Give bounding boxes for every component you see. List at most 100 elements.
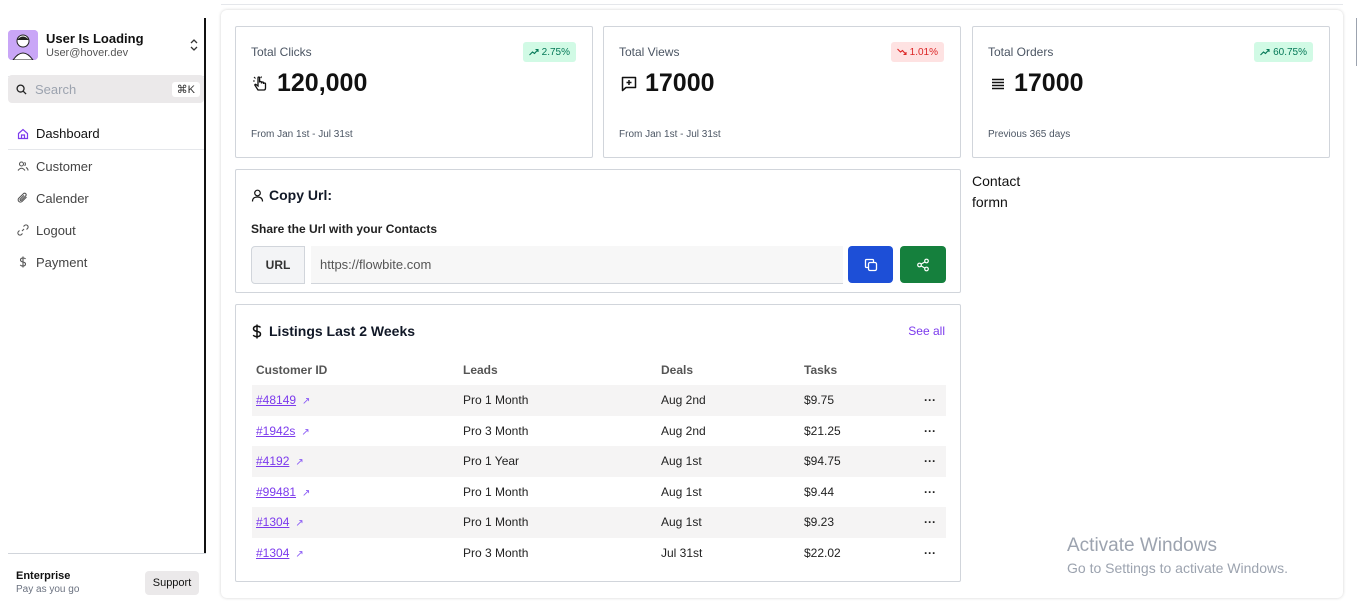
table-row: #4192 ↗ Pro 1 Year Aug 1st $94.75 ··· [252, 446, 946, 477]
sidebar-item-label: Calender [36, 190, 89, 206]
arrow-up-right-icon: ↗ [295, 457, 304, 469]
column-header: Tasks [804, 363, 838, 377]
support-button[interactable]: Support [145, 571, 199, 595]
stat-label: Total Orders [988, 45, 1054, 59]
search-icon [16, 83, 27, 95]
trend-badge: 1.01% [890, 42, 944, 62]
avatar [8, 30, 38, 60]
plan-name: Enterprise [16, 570, 71, 582]
deals-cell: Aug 1st [661, 484, 702, 499]
table-row: #99481 ↗ Pro 1 Month Aug 1st $9.44 ··· [252, 477, 946, 508]
paperclip-icon [16, 191, 30, 205]
watermark-subtitle: Go to Settings to activate Windows. [1067, 560, 1288, 576]
stat-label: Total Clicks [251, 45, 312, 59]
watermark-title: Activate Windows [1067, 535, 1217, 556]
column-header: Deals [661, 363, 694, 377]
tasks-cell: $22.02 [804, 545, 841, 560]
trend-value: 1.01% [909, 46, 938, 58]
trend-value: 2.75% [541, 46, 570, 58]
table-row: #48149 ↗ Pro 1 Month Aug 2nd $9.75 ··· [252, 385, 946, 416]
customer-id-link[interactable]: #1942s [256, 424, 295, 438]
sidebar-item-label: Dashboard [36, 126, 100, 141]
listings-table: Customer ID Leads Deals Tasks #48149 ↗ Pr… [252, 355, 946, 568]
tasks-cell: $9.44 [804, 484, 835, 499]
leads-cell: Pro 3 Month [463, 423, 529, 438]
copy-button[interactable] [848, 246, 893, 283]
dollar-icon [251, 324, 263, 339]
customer-id-link[interactable]: #99481 [256, 485, 296, 499]
copy-url-subtitle: Share the Url with your Contacts [251, 222, 438, 236]
leads-cell: Pro 1 Year [459, 446, 657, 477]
customer-id-link[interactable]: #4192 [256, 454, 289, 468]
user-email: User@hover.dev [46, 46, 129, 59]
sidebar-item-dashboard[interactable]: Dashboard [8, 118, 204, 150]
customer-id-link[interactable]: #48149 [256, 393, 296, 407]
divider [221, 4, 1343, 5]
trending-up-icon [1260, 48, 1270, 56]
arrow-up-right-icon: ↗ [295, 518, 304, 530]
see-all-link[interactable]: See all [908, 324, 945, 338]
trend-badge: 2.75% [522, 42, 576, 62]
leads-cell: Pro 1 Month [463, 484, 529, 499]
url-field[interactable] [311, 246, 843, 284]
stat-value: 120,000 [277, 69, 368, 97]
users-icon [16, 159, 30, 173]
plan-info: Enterprise Pay as you go [16, 570, 79, 597]
more-options-icon[interactable]: ··· [910, 446, 946, 477]
user-switcher[interactable]: User Is Loading User@hover.dev [8, 28, 204, 62]
user-icon [251, 189, 264, 202]
stat-footer: Previous 365 days [988, 129, 1071, 140]
listings-card: Listings Last 2 Weeks See all Customer I… [235, 304, 961, 582]
share-button[interactable] [900, 246, 946, 283]
leads-cell: Pro 3 Month [463, 545, 529, 560]
stat-card-total-clicks: Total Clicks 2.75% 120,000 From Jan 1st … [235, 26, 593, 158]
copy-icon [864, 258, 877, 271]
deals-cell: Aug 1st [657, 446, 800, 477]
more-options-icon[interactable]: ··· [910, 507, 946, 538]
trend-value: 60.75% [1273, 46, 1307, 58]
stat-value: 17000 [1014, 69, 1084, 97]
arrow-up-right-icon: ↗ [301, 426, 310, 438]
sidebar-item-payment[interactable]: Payment [8, 246, 204, 278]
column-header: Leads [463, 363, 498, 377]
dollar-icon [16, 255, 30, 269]
more-options-icon[interactable]: ··· [910, 385, 946, 416]
stat-value: 17000 [645, 69, 715, 97]
more-options-icon[interactable]: ··· [910, 416, 946, 447]
listings-title: Listings Last 2 Weeks [269, 323, 416, 339]
search-input[interactable]: Search ⌘K [8, 75, 204, 103]
sidebar-item-calender[interactable]: Calender [8, 182, 204, 214]
more-options-icon[interactable]: ··· [910, 477, 946, 508]
table-row: #1304 ↗ Pro 3 Month Jul 31st $22.02 ··· [252, 538, 946, 569]
deals-cell: Aug 2nd [661, 423, 706, 438]
sidebar-item-label: Payment [36, 254, 88, 270]
stat-card-total-views: Total Views 1.01% 17000 From Jan 1st - J… [603, 26, 961, 158]
sidebar-item-label: Customer [36, 158, 93, 174]
more-options-icon[interactable]: ··· [910, 538, 946, 569]
link-icon [16, 223, 30, 237]
pointer-click-icon [251, 74, 271, 94]
column-header: Customer ID [256, 363, 328, 377]
deals-cell: Jul 31st [661, 545, 703, 560]
leads-cell: Pro 1 Month [459, 385, 657, 416]
tasks-cell: $21.25 [804, 423, 841, 438]
customer-id-link[interactable]: #1304 [256, 515, 289, 529]
deals-cell: Aug 2nd [657, 385, 800, 416]
stat-label: Total Views [619, 45, 680, 59]
scrollbar[interactable] [1356, 18, 1357, 66]
leads-cell: Pro 1 Month [459, 507, 657, 538]
table-row: #1942s ↗ Pro 3 Month Aug 2nd $21.25 ··· [252, 416, 946, 447]
sidebar-item-logout[interactable]: Logout [8, 214, 204, 246]
arrow-up-right-icon: ↗ [295, 548, 304, 560]
message-plus-icon [619, 74, 639, 94]
customer-id-link[interactable]: #1304 [256, 546, 289, 560]
search-shortcut: ⌘K [171, 81, 200, 97]
chevron-up-down-icon[interactable] [188, 36, 200, 54]
deals-cell: Aug 1st [657, 507, 800, 538]
activate-windows-watermark: Activate Windows Go to Settings to activ… [1067, 535, 1288, 578]
sidebar-item-customer[interactable]: Customer [8, 150, 204, 182]
contact-line: Contact [972, 173, 1021, 189]
copy-url-card: Copy Url: Share the Url with your Contac… [235, 169, 961, 293]
divider [8, 553, 206, 554]
arrow-up-right-icon: ↗ [302, 396, 311, 408]
